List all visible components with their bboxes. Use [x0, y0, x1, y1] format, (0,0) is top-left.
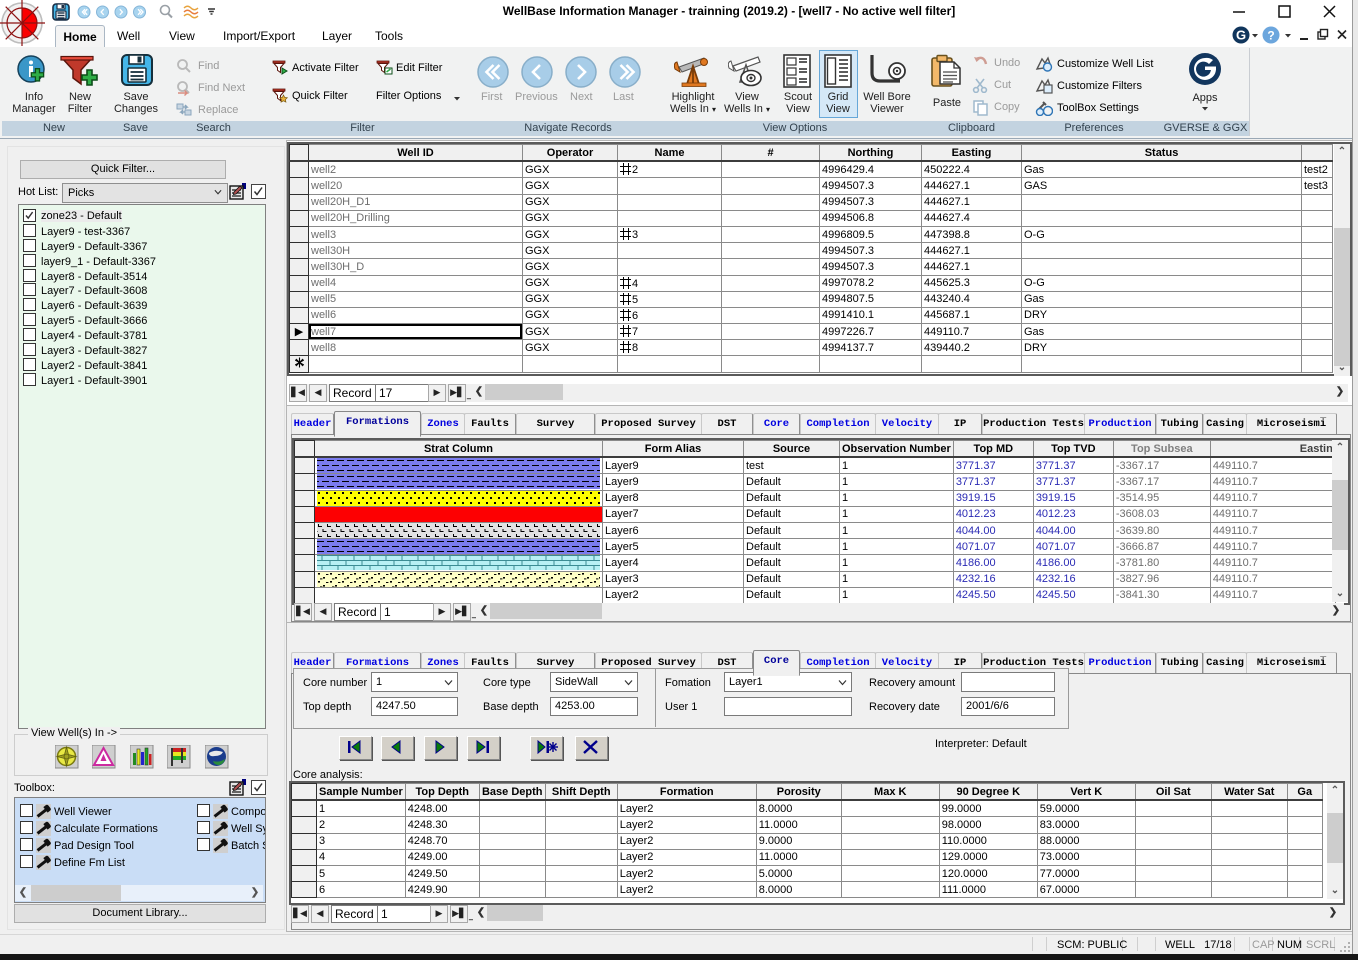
svg-text:G: G: [1236, 28, 1246, 43]
svg-text:?: ?: [1267, 29, 1274, 43]
